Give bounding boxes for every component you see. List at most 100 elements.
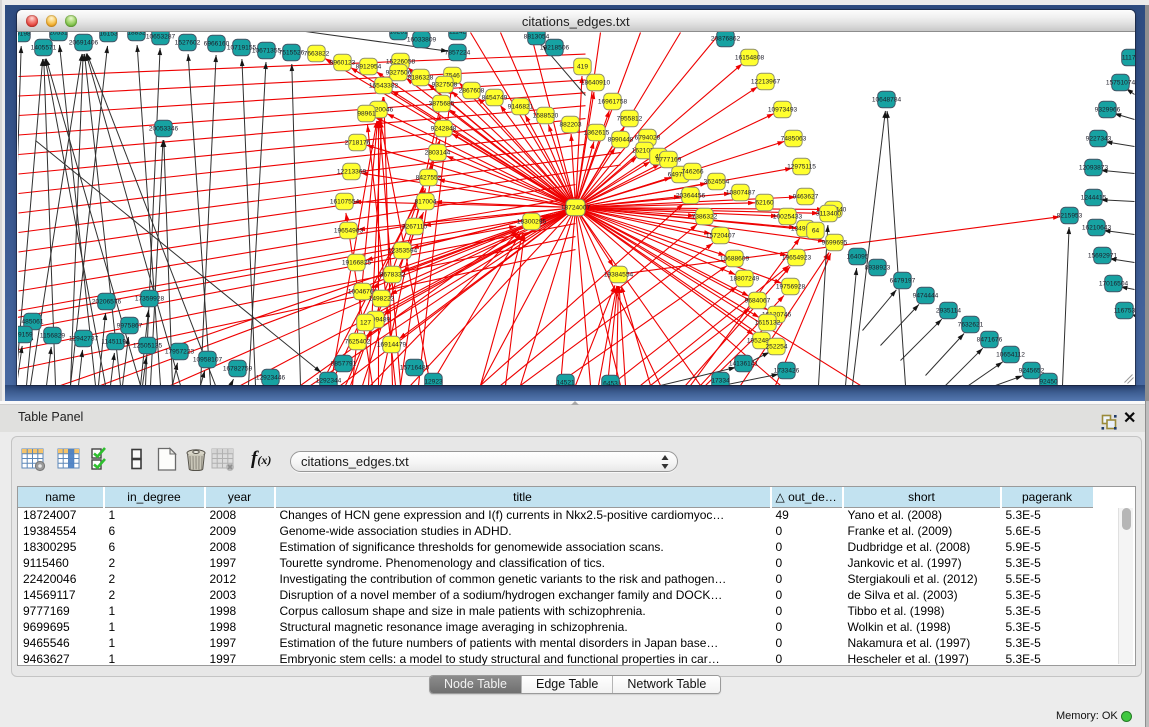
svg-text:20531: 20531 xyxy=(49,32,68,37)
svg-text:746266: 746266 xyxy=(681,168,703,175)
svg-text:19384554: 19384554 xyxy=(603,271,633,278)
svg-text:16153: 16153 xyxy=(99,32,118,38)
svg-text:19756928: 19756928 xyxy=(775,283,805,290)
svg-text:8990448: 8990448 xyxy=(607,136,633,143)
svg-text:12942737: 12942737 xyxy=(68,335,98,342)
svg-text:6453: 6453 xyxy=(603,380,618,384)
svg-text:20364456: 20364456 xyxy=(675,192,705,199)
svg-text:15692971: 15692971 xyxy=(1087,252,1117,259)
svg-text:9327508: 9327508 xyxy=(431,81,457,88)
svg-text:8454749: 8454749 xyxy=(481,94,507,101)
svg-text:419: 419 xyxy=(576,63,587,70)
svg-text:9227343: 9227343 xyxy=(1085,135,1111,142)
svg-text:8471676: 8471676 xyxy=(976,336,1002,343)
svg-text:8960123: 8960123 xyxy=(329,59,355,66)
svg-text:16231: 16231 xyxy=(389,32,408,36)
svg-text:9699695: 9699695 xyxy=(821,239,847,246)
svg-text:12353594: 12353594 xyxy=(387,247,417,254)
svg-text:16914479: 16914479 xyxy=(376,341,406,348)
svg-text:7386322: 7386322 xyxy=(691,213,717,220)
svg-text:3875685: 3875685 xyxy=(428,100,454,107)
svg-text:252254: 252254 xyxy=(765,343,787,350)
svg-text:10688609: 10688609 xyxy=(719,255,749,262)
svg-text:8186328: 8186328 xyxy=(407,74,433,81)
svg-text:10025433: 10025433 xyxy=(772,213,802,220)
svg-text:9242848: 9242848 xyxy=(430,125,456,132)
svg-text:19654963: 19654963 xyxy=(333,227,363,234)
svg-text:1498222: 1498222 xyxy=(368,295,394,302)
svg-text:2867608: 2867608 xyxy=(458,87,484,94)
svg-text:20053346: 20053346 xyxy=(148,125,178,132)
svg-text:3624554: 3624554 xyxy=(703,178,729,185)
svg-text:164095: 164095 xyxy=(846,253,868,260)
svg-text:16033809: 16033809 xyxy=(406,36,436,43)
svg-text:12505135: 12505135 xyxy=(132,342,162,349)
svg-text:19166825: 19166825 xyxy=(341,259,371,266)
svg-text:92450: 92450 xyxy=(1039,378,1058,384)
svg-text:6794028: 6794028 xyxy=(634,134,660,141)
svg-text:9777169: 9777169 xyxy=(655,156,681,163)
svg-text:7485063: 7485063 xyxy=(780,135,806,142)
svg-text:7515526: 7515526 xyxy=(278,49,304,56)
svg-text:9463627: 9463627 xyxy=(792,193,818,200)
svg-text:11142: 11142 xyxy=(448,32,466,36)
svg-text:127: 127 xyxy=(359,319,370,326)
svg-text:10654112: 10654112 xyxy=(996,351,1025,358)
svg-text:1405571: 1405571 xyxy=(30,44,56,51)
svg-text:817004: 817004 xyxy=(414,198,436,205)
svg-text:11451194: 11451194 xyxy=(101,338,130,345)
svg-text:12093873: 12093873 xyxy=(1078,164,1108,171)
svg-text:17334: 17334 xyxy=(711,377,730,384)
svg-text:16107554: 16107554 xyxy=(329,198,359,205)
svg-text:18832: 18832 xyxy=(127,32,146,37)
svg-text:18724007: 18724007 xyxy=(560,204,590,211)
svg-text:9857791: 9857791 xyxy=(330,360,356,367)
svg-text:12923446: 12923446 xyxy=(255,374,285,381)
svg-text:6966160: 6966160 xyxy=(203,40,229,47)
svg-text:10973493: 10973493 xyxy=(767,106,797,113)
svg-text:11174: 11174 xyxy=(1121,54,1134,61)
svg-text:12213967: 12213967 xyxy=(750,78,780,85)
svg-text:485061: 485061 xyxy=(21,318,43,325)
svg-text:7625402: 7625402 xyxy=(344,338,370,345)
svg-text:15716485: 15716485 xyxy=(399,364,429,371)
svg-text:14136141: 14136141 xyxy=(728,360,758,367)
svg-text:12923: 12923 xyxy=(424,378,443,384)
svg-text:20691406: 20691406 xyxy=(68,39,98,46)
svg-text:1527602: 1527602 xyxy=(174,39,200,46)
svg-text:1588520: 1588520 xyxy=(532,112,558,119)
svg-text:15751074: 15751074 xyxy=(1105,79,1134,86)
svg-text:39159: 39159 xyxy=(18,331,33,338)
svg-text:16961758: 16961758 xyxy=(597,98,627,105)
svg-text:15720407: 15720407 xyxy=(705,232,735,239)
svg-text:882203: 882203 xyxy=(559,121,581,128)
svg-text:16210643: 16210643 xyxy=(1081,224,1111,231)
svg-text:17957223: 17957223 xyxy=(164,348,194,355)
svg-text:16543382: 16543382 xyxy=(368,82,398,89)
svg-text:98961: 98961 xyxy=(357,110,376,117)
svg-text:14521: 14521 xyxy=(556,379,575,384)
svg-text:62160: 62160 xyxy=(755,199,774,206)
svg-text:9329966: 9329966 xyxy=(1094,106,1120,113)
svg-text:10653287: 10653287 xyxy=(145,33,175,40)
svg-text:10671355: 10671355 xyxy=(251,47,281,54)
svg-text:64: 64 xyxy=(811,227,819,234)
svg-text:8678332: 8678332 xyxy=(379,271,405,278)
svg-text:16154808: 16154808 xyxy=(734,54,764,61)
svg-text:116753: 116753 xyxy=(1113,307,1134,314)
svg-text:9975867: 9975867 xyxy=(116,322,142,329)
svg-text:9684067: 9684067 xyxy=(744,297,770,304)
svg-text:10958107: 10958107 xyxy=(192,356,222,363)
svg-text:1156829: 1156829 xyxy=(39,332,65,339)
svg-text:7663822: 7663822 xyxy=(303,50,329,57)
svg-text:9245652: 9245652 xyxy=(1018,367,1044,374)
svg-text:1733426: 1733426 xyxy=(773,367,799,374)
svg-text:1362615: 1362615 xyxy=(583,129,609,136)
svg-text:8938923: 8938923 xyxy=(864,264,890,271)
svg-text:8813054: 8813054 xyxy=(523,33,549,40)
svg-text:17016504: 17016504 xyxy=(1098,280,1128,287)
svg-text:18640910: 18640910 xyxy=(580,79,610,86)
svg-text:8215953: 8215953 xyxy=(1056,212,1082,219)
svg-text:17359928: 17359928 xyxy=(134,295,164,302)
svg-text:10807487: 10807487 xyxy=(725,189,755,196)
